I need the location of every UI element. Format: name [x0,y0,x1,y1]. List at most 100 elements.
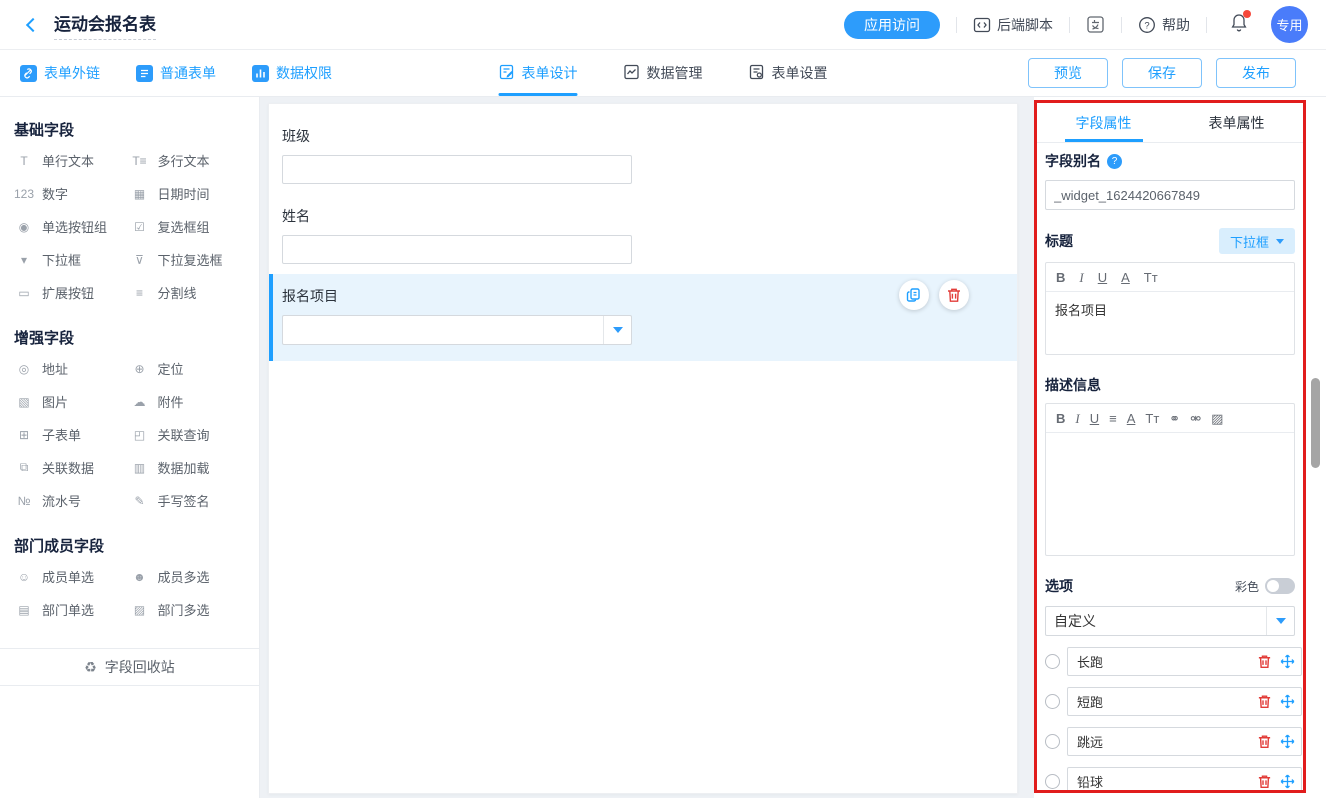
tab-form-design[interactable]: 表单设计 [499,50,578,96]
palette-item-linked-data[interactable]: ⧉关联数据 [14,451,130,484]
widget-type-dropdown[interactable]: 下拉框 [1219,228,1295,254]
palette-item-subform[interactable]: ⊞子表单 [14,418,130,451]
radio-icon[interactable] [1045,654,1060,669]
name-input[interactable] [282,235,632,264]
form-action-buttons: 预览 保存 发布 [1028,58,1296,88]
font-color-button[interactable]: A [1127,412,1136,425]
delete-option-button[interactable] [1257,654,1272,669]
tab-field-properties[interactable]: 字段属性 [1037,103,1170,142]
align-button[interactable]: ≡ [1109,412,1117,425]
link-icon[interactable]: ⚭ [1169,412,1180,425]
class-input[interactable] [282,155,632,184]
field-recycle-bin-button[interactable]: ♻ 字段回收站 [0,648,259,686]
palette-item-checkbox-group[interactable]: ☑复选框组 [130,210,246,243]
move-option-handle[interactable] [1280,734,1295,749]
data-permission-button[interactable]: 数据权限 [252,63,332,83]
trash-icon [1257,694,1272,709]
backend-script-button[interactable]: 后端脚本 [973,15,1053,35]
back-button[interactable] [20,12,46,38]
title-editor-content[interactable]: 报名项目 [1046,292,1294,354]
palette-item-dropdown[interactable]: ▾下拉框 [14,243,130,276]
unlink-icon[interactable]: ⚮ [1190,412,1201,425]
tab-form-properties[interactable]: 表单属性 [1170,103,1303,142]
help-circle-icon[interactable]: ? [1107,154,1122,169]
calendar-icon: ▦ [130,187,150,201]
radio-icon[interactable] [1045,694,1060,709]
palette-item-attachment[interactable]: ☁附件 [130,385,246,418]
palette-item-divider[interactable]: ≡分割线 [130,276,246,309]
palette-item-label: 成员单选 [42,567,94,586]
title-label: 标题 [1045,231,1073,251]
palette-item-dropdown-multi[interactable]: ⊽下拉复选框 [130,243,246,276]
palette-item-datetime[interactable]: ▦日期时间 [130,177,246,210]
bold-button[interactable]: B [1056,271,1065,284]
option-input[interactable] [1068,688,1257,715]
color-toggle[interactable] [1265,578,1295,594]
copy-field-button[interactable] [899,280,929,310]
normal-form-button[interactable]: 普通表单 [136,63,216,83]
field-alias-input[interactable] [1045,180,1295,210]
option-source-select[interactable]: 自定义 [1045,606,1295,636]
save-button[interactable]: 保存 [1122,58,1202,88]
palette-item-extend-button[interactable]: ▭扩展按钮 [14,276,130,309]
palette-item-address[interactable]: ◎地址 [14,352,130,385]
avatar[interactable]: 专用 [1271,6,1308,43]
font-color-button[interactable]: A [1121,271,1130,284]
scrollbar-thumb[interactable] [1311,378,1320,468]
palette-item-location[interactable]: ⊕定位 [130,352,246,385]
delete-option-button[interactable] [1257,734,1272,749]
event-select[interactable] [282,315,632,345]
radio-icon[interactable] [1045,774,1060,789]
option-input[interactable] [1068,648,1257,675]
help-button[interactable]: ? 帮助 [1138,15,1190,35]
palette-item-linked-query[interactable]: ◰关联查询 [130,418,246,451]
bold-button[interactable]: B [1056,412,1065,425]
underline-button[interactable]: U [1098,271,1107,284]
external-link-button[interactable]: 表单外链 [20,63,100,83]
delete-option-button[interactable] [1257,774,1272,789]
palette-item-signature[interactable]: ✎手写签名 [130,484,246,517]
palette-item-multi-line-text[interactable]: T≡多行文本 [130,144,246,177]
font-size-button[interactable]: Tт [1144,271,1158,284]
preview-button[interactable]: 预览 [1028,58,1108,88]
move-option-handle[interactable] [1280,774,1295,789]
move-option-handle[interactable] [1280,694,1295,709]
notifications-button[interactable] [1229,12,1249,38]
form-field-class[interactable]: 班级 [269,114,1017,194]
palette-item-radio-group[interactable]: ◉单选按钮组 [14,210,130,243]
delete-option-button[interactable] [1257,694,1272,709]
basic-fields-grid: T单行文本 T≡多行文本 123数字 ▦日期时间 ◉单选按钮组 ☑复选框组 ▾下… [14,144,245,309]
form-settings-icon [749,64,765,83]
italic-button[interactable]: I [1079,271,1083,284]
app-access-button[interactable]: 应用访问 [844,11,940,39]
form-mode-links: 表单外链 普通表单 数据权限 [20,63,332,83]
move-option-handle[interactable] [1280,654,1295,669]
palette-item-serial-number[interactable]: №流水号 [14,484,130,517]
palette-item-single-line-text[interactable]: T单行文本 [14,144,130,177]
option-input[interactable] [1068,728,1257,755]
palette-item-department-multi[interactable]: ▨部门多选 [130,593,246,626]
underline-button[interactable]: U [1090,412,1099,425]
form-field-event-selected[interactable]: 报名项目 [269,274,1017,361]
backend-script-label: 后端脚本 [997,15,1053,35]
palette-item-image[interactable]: ▧图片 [14,385,130,418]
radio-icon[interactable] [1045,734,1060,749]
tab-data-management[interactable]: 数据管理 [624,50,703,96]
font-size-button[interactable]: Tт [1145,412,1159,425]
help-icon: ? [1138,16,1156,34]
palette-item-number[interactable]: 123数字 [14,177,130,210]
plugin-button[interactable] [1086,15,1105,34]
form-field-name[interactable]: 姓名 [269,194,1017,274]
delete-field-button[interactable] [939,280,969,310]
italic-button[interactable]: I [1075,412,1079,425]
option-input[interactable] [1068,768,1257,790]
subform-icon: ⊞ [14,428,34,442]
tab-form-settings[interactable]: 表单设置 [749,50,828,96]
palette-item-department-single[interactable]: ▤部门单选 [14,593,130,626]
palette-item-data-load[interactable]: ▥数据加载 [130,451,246,484]
description-editor-content[interactable] [1046,433,1294,555]
publish-button[interactable]: 发布 [1216,58,1296,88]
palette-item-member-single[interactable]: ☺成员单选 [14,560,130,593]
insert-image-icon[interactable]: ▨ [1211,412,1223,425]
palette-item-member-multi[interactable]: ☻成员多选 [130,560,246,593]
